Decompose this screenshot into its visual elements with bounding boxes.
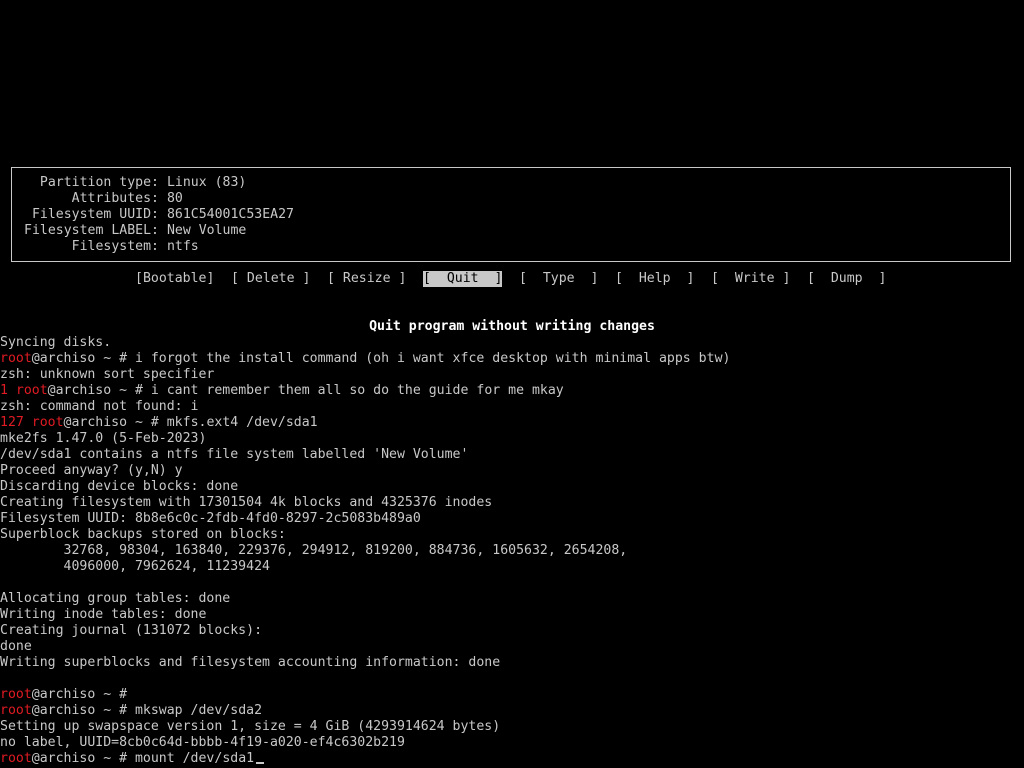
terminal-text: zsh: command not found: i [0,399,199,414]
terminal-text: 32768, 98304, 163840, 229376, 294912, 81… [0,543,628,558]
terminal-line: root@archiso ~ # [0,687,127,703]
terminal-line: zsh: command not found: i [0,399,199,415]
terminal-text: @archiso ~ # i cant remember them all so… [47,383,564,398]
terminal-line: Syncing disks. [0,335,111,351]
partition-info-value: 861C54001C53EA27 [166,207,294,222]
bootable-button[interactable]: [Bootable] [135,271,214,287]
terminal-text: Setting up swapspace version 1, size = 4… [0,719,501,734]
prompt-user: root [0,751,32,766]
terminal-text: Proceed anyway? (y,N) y [0,463,183,478]
terminal-line: done [0,639,32,655]
terminal-text: @archiso ~ # [31,687,128,702]
terminal-line: root@archiso ~ # mount /dev/sda1 [0,751,265,767]
partition-info-value: New Volume [166,223,247,238]
terminal-text: mke2fs 1.47.0 (5-Feb-2023) [0,431,207,446]
terminal-text: Creating filesystem with 17301504 4k blo… [0,495,493,510]
terminal-line: zsh: unknown sort specifier [0,367,214,383]
terminal-text: Discarding device blocks: done [0,479,239,494]
terminal-line: Proceed anyway? (y,N) y [0,463,183,479]
terminal-line: Creating filesystem with 17301504 4k blo… [0,495,492,511]
terminal-text: @archiso ~ # mount /dev/sda1 [31,751,255,766]
terminal-line: 127 root@archiso ~ # mkfs.ext4 /dev/sda1 [0,415,318,431]
terminal-text: /dev/sda1 contains a ntfs file system la… [0,447,469,462]
prompt-user: root [0,687,32,702]
terminal-text: Superblock backups stored on blocks: [0,527,286,542]
resize-button[interactable]: [ Resize ] [327,271,406,287]
partition-info-key: Partition type: [39,175,159,190]
terminal-text: @archiso ~ # i forgot the install comman… [31,351,731,366]
partition-info-row: Attributes: 80 [16,191,183,207]
help-button[interactable]: [ Help ] [615,271,694,287]
terminal-line: Discarding device blocks: done [0,479,238,495]
terminal-text: zsh: unknown sort specifier [0,367,215,382]
prompt-user: 127 root [0,415,64,430]
partition-info-row: Partition type: Linux (83) [16,175,246,191]
terminal-line: root@archiso ~ # i forgot the install co… [0,351,730,367]
terminal-line: Creating journal (131072 blocks): [0,623,262,639]
terminal-line: Writing inode tables: done [0,607,206,623]
partition-info-value: 80 [166,191,183,206]
prompt-user: root [0,351,32,366]
partition-info-value: ntfs [166,239,199,254]
terminal-line: Setting up swapspace version 1, size = 4… [0,719,500,735]
partition-info-key: Filesystem: [71,239,159,254]
write-button[interactable]: [ Write ] [711,271,790,287]
quit-button[interactable]: [ Quit ] [423,271,503,287]
terminal-text: no label, UUID=8cb0c64d-bbbb-4f19-a020-e… [0,735,405,750]
cfdisk-menu-bar: [Bootable] [ Delete ] [ Resize ] [ Quit … [0,271,1024,287]
terminal-text: done [0,639,32,654]
terminal-text: Filesystem UUID: 8b8e6c0c-2fdb-4fd0-8297… [0,511,421,526]
partition-info-key: Filesystem UUID: [31,207,159,222]
terminal-text: Creating journal (131072 blocks): [0,623,263,638]
delete-button[interactable]: [ Delete ] [231,271,310,287]
terminal-screen[interactable]: Partition type: Linux (83) Attributes: 8… [0,0,1024,768]
terminal-text: Writing inode tables: done [0,607,207,622]
partition-info-row: Filesystem UUID: 861C54001C53EA27 [16,207,294,223]
terminal-text: @archiso ~ # mkswap /dev/sda2 [31,703,263,718]
terminal-line: Filesystem UUID: 8b8e6c0c-2fdb-4fd0-8297… [0,511,421,527]
partition-info-key: Filesystem LABEL: [24,223,159,238]
partition-info-value: Linux (83) [166,175,247,190]
partition-info-key: Attributes: [71,191,159,206]
terminal-text: Syncing disks. [0,335,112,350]
terminal-text: Allocating group tables: done [0,591,231,606]
type-button[interactable]: [ Type ] [519,271,598,287]
status-message: Quit program without writing changes [369,319,655,334]
terminal-line: Allocating group tables: done [0,591,230,607]
terminal-line: /dev/sda1 contains a ntfs file system la… [0,447,468,463]
terminal-line: 4096000, 7962624, 11239424 [0,559,270,575]
text-cursor [256,762,265,764]
terminal-line: Superblock backups stored on blocks: [0,527,286,543]
terminal-text: 4096000, 7962624, 11239424 [0,559,270,574]
terminal-text: Writing superblocks and filesystem accou… [0,655,501,670]
prompt-user: root [0,703,32,718]
terminal-line: mke2fs 1.47.0 (5-Feb-2023) [0,431,206,447]
partition-info-row: Filesystem LABEL: New Volume [16,223,246,239]
terminal-line: no label, UUID=8cb0c64d-bbbb-4f19-a020-e… [0,735,405,751]
terminal-line: Writing superblocks and filesystem accou… [0,655,500,671]
terminal-line: root@archiso ~ # mkswap /dev/sda2 [0,703,262,719]
terminal-line: 1 root@archiso ~ # i cant remember them … [0,383,564,399]
prompt-user: 1 root [0,383,48,398]
terminal-line: 32768, 98304, 163840, 229376, 294912, 81… [0,543,628,559]
dump-button[interactable]: [ Dump ] [807,271,886,287]
partition-info-row: Filesystem: ntfs [16,239,199,255]
partition-info-box: Partition type: Linux (83) Attributes: 8… [11,167,1011,262]
terminal-text: @archiso ~ # mkfs.ext4 /dev/sda1 [63,415,318,430]
